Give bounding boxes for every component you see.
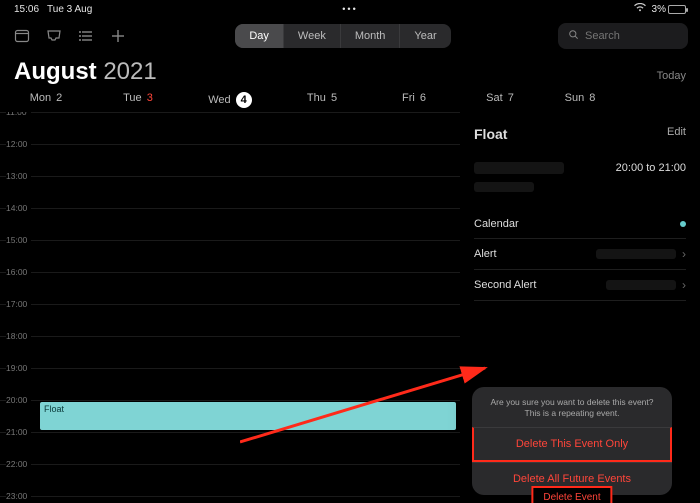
hour-label: 20:00 bbox=[6, 395, 31, 405]
calendar-icon[interactable] bbox=[12, 26, 32, 46]
second-alert-value-redacted: x bbox=[606, 280, 676, 290]
hour-label: 18:00 bbox=[6, 331, 31, 341]
hour-row: 23:00 bbox=[0, 496, 460, 503]
today-button[interactable]: Today bbox=[657, 70, 686, 82]
title-year: 2021 bbox=[103, 58, 156, 85]
status-time: 15:06 bbox=[14, 4, 39, 15]
dialog-message: Are you sure you want to delete this eve… bbox=[472, 397, 672, 427]
wifi-icon bbox=[634, 3, 646, 15]
event-block-float[interactable]: Float bbox=[40, 402, 456, 430]
search-icon bbox=[568, 27, 579, 45]
seg-day[interactable]: Day bbox=[235, 24, 284, 48]
chevron-right-icon: › bbox=[682, 278, 686, 292]
hour-row: 17:00 bbox=[0, 304, 460, 336]
day-timeline[interactable]: 11:0012:0013:0014:0015:0016:0017:0018:00… bbox=[0, 112, 460, 503]
seg-year[interactable]: Year bbox=[400, 24, 450, 48]
event-title: Float bbox=[474, 126, 507, 142]
hour-label: 17:00 bbox=[6, 299, 31, 309]
day-tue[interactable]: Tue 3 bbox=[92, 92, 184, 108]
hour-label: 15:00 bbox=[6, 235, 31, 245]
hour-row: 22:00 bbox=[0, 464, 460, 496]
hour-label: 14:00 bbox=[6, 203, 31, 213]
list-icon[interactable] bbox=[76, 26, 96, 46]
hour-row: 14:00 bbox=[0, 208, 460, 240]
hour-label: 23:00 bbox=[6, 491, 31, 501]
event-location-redacted: x bbox=[474, 162, 564, 174]
hour-label: 21:00 bbox=[6, 427, 31, 437]
chevron-right-icon: › bbox=[682, 247, 686, 261]
btn-delete-this-only[interactable]: Delete This Event Only bbox=[472, 427, 672, 462]
hour-row: 18:00 bbox=[0, 336, 460, 368]
day-mon[interactable]: Mon 2 bbox=[0, 92, 92, 108]
hour-row: 11:00 bbox=[0, 112, 460, 144]
add-icon[interactable] bbox=[108, 26, 128, 46]
hour-label: 12:00 bbox=[6, 139, 31, 149]
hour-row: 16:00 bbox=[0, 272, 460, 304]
alert-value-redacted: x bbox=[596, 249, 676, 259]
page-title: August 2021 bbox=[14, 58, 157, 86]
event-subtext-redacted: x bbox=[474, 182, 534, 192]
hour-label: 22:00 bbox=[6, 459, 31, 469]
weekday-header: Mon 2 Tue 3 Wed 4 Thu 5 Fri 6 Sat 7 Sun … bbox=[0, 92, 700, 112]
status-date: Tue 3 Aug bbox=[47, 4, 92, 15]
hour-row: 13:00 bbox=[0, 176, 460, 208]
row-second-alert[interactable]: Second Alert x› bbox=[474, 270, 686, 301]
hour-label: 11:00 bbox=[6, 112, 31, 117]
day-sun[interactable]: Sun 8 bbox=[540, 92, 620, 108]
day-wed[interactable]: Wed 4 bbox=[184, 92, 276, 108]
seg-week[interactable]: Week bbox=[284, 24, 341, 48]
row-calendar[interactable]: Calendar bbox=[474, 210, 686, 239]
inbox-icon[interactable] bbox=[44, 26, 64, 46]
battery-pct: 3% bbox=[652, 4, 666, 15]
hour-row: 21:00 bbox=[0, 432, 460, 464]
hour-row: 15:00 bbox=[0, 240, 460, 272]
btn-delete-event[interactable]: Delete Event bbox=[531, 486, 612, 503]
multitask-dots[interactable]: ••• bbox=[342, 4, 357, 14]
delete-confirm-dialog: Are you sure you want to delete this eve… bbox=[472, 387, 672, 495]
app-toolbar: Day Week Month Year bbox=[0, 18, 700, 54]
title-month: August bbox=[14, 58, 97, 85]
event-time-range: 20:00 to 21:00 bbox=[616, 162, 686, 174]
title-row: August 2021 Today bbox=[0, 54, 700, 92]
day-thu[interactable]: Thu 5 bbox=[276, 92, 368, 108]
hour-label: 19:00 bbox=[6, 363, 31, 373]
search-input[interactable] bbox=[585, 30, 678, 42]
battery-indicator: 3% bbox=[652, 4, 686, 15]
status-bar: 15:06 Tue 3 Aug ••• 3% bbox=[0, 0, 700, 18]
day-sat[interactable]: Sat 7 bbox=[460, 92, 540, 108]
calendar-dot bbox=[680, 221, 686, 227]
hour-label: 13:00 bbox=[6, 171, 31, 181]
row-alert[interactable]: Alert x› bbox=[474, 239, 686, 270]
edit-button[interactable]: Edit bbox=[667, 126, 686, 142]
seg-month[interactable]: Month bbox=[341, 24, 401, 48]
hour-row: 12:00 bbox=[0, 144, 460, 176]
view-segment: Day Week Month Year bbox=[235, 24, 450, 48]
hour-label: 16:00 bbox=[6, 267, 31, 277]
search-field[interactable] bbox=[558, 23, 688, 49]
hour-row: 19:00 bbox=[0, 368, 460, 400]
day-fri[interactable]: Fri 6 bbox=[368, 92, 460, 108]
